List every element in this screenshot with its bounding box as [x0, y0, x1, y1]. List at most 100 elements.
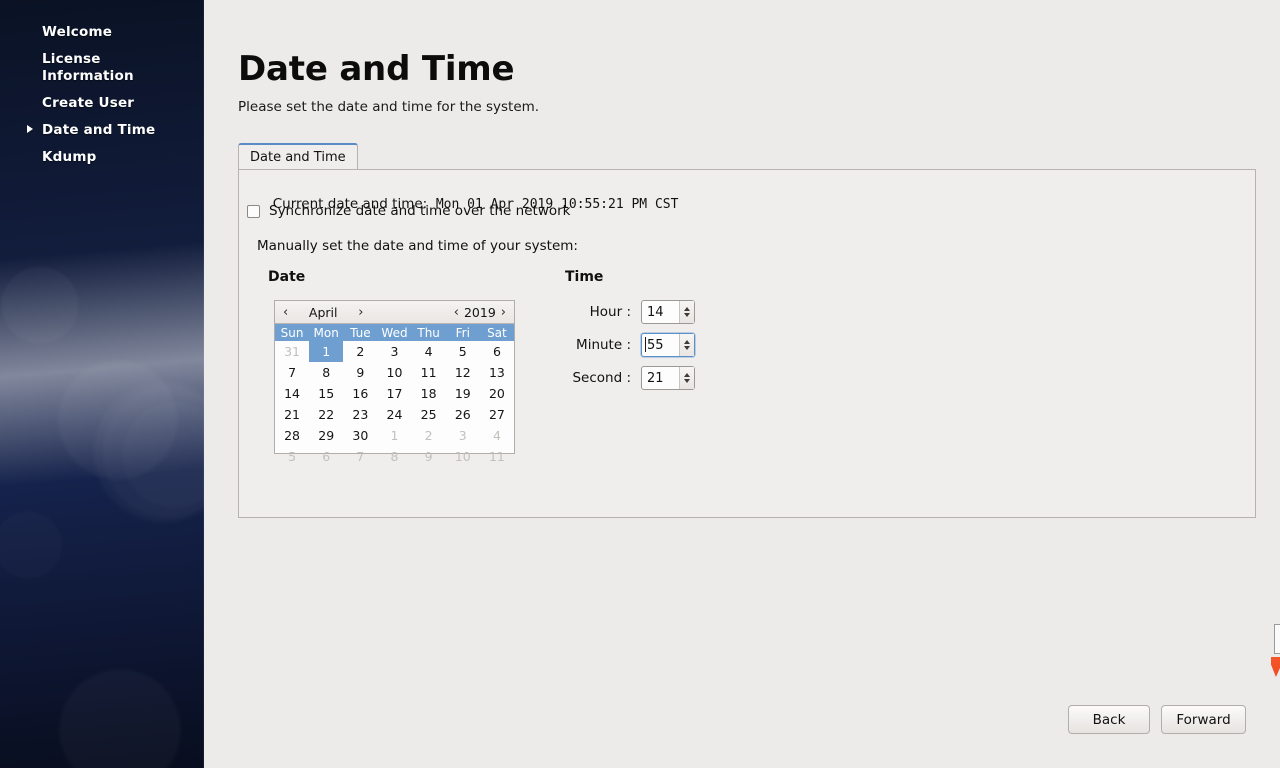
sync-network-checkbox[interactable] — [247, 204, 260, 218]
calendar-day-cell[interactable]: 9 — [412, 446, 446, 467]
next-month-icon[interactable]: › — [356, 306, 365, 319]
calendar-day-cell[interactable]: 6 — [480, 341, 514, 362]
sync-network-row[interactable]: Synchronize date and time over the netwo… — [247, 203, 570, 219]
prev-year-icon[interactable]: ‹ — [452, 306, 461, 319]
calendar-day-cell[interactable]: 23 — [343, 404, 377, 425]
manual-set-label: Manually set the date and time of your s… — [257, 238, 578, 254]
sidebar-item-license-information[interactable]: License Information — [0, 49, 204, 87]
second-stepper[interactable] — [679, 367, 694, 389]
calendar-day-cell[interactable]: 30 — [343, 425, 377, 446]
next-year-icon[interactable]: › — [499, 306, 508, 319]
calendar-day-header: Thu — [417, 325, 440, 340]
calendar-day-cell[interactable]: 12 — [446, 362, 480, 383]
calendar-day-cell[interactable]: 3 — [446, 425, 480, 446]
calendar-year-navigator: ‹ 2019 › — [452, 301, 508, 323]
calendar-day-cell[interactable]: 10 — [377, 362, 411, 383]
calendar-day-cell[interactable]: 13 — [480, 362, 514, 383]
calendar-day-cell[interactable]: 1 — [309, 341, 344, 362]
calendar-month-navigator: ‹ April › — [281, 301, 365, 323]
sidebar-nav-list: Welcome License Information Create User … — [0, 22, 204, 168]
calendar-day-cell[interactable]: 19 — [446, 383, 480, 404]
sidebar-item-label: Welcome — [42, 24, 113, 40]
calendar-day-cell[interactable]: 27 — [480, 404, 514, 425]
chevron-up-icon[interactable] — [684, 340, 690, 344]
calendar-day-cell[interactable]: 7 — [275, 362, 309, 383]
date-calendar[interactable]: ‹ April › ‹ 2019 › Sun Mon Tue Wed Thu Fri Sat… — [274, 300, 515, 464]
calendar-day-cell[interactable]: 8 — [309, 362, 343, 383]
calendar-day-header: Sun — [280, 325, 304, 340]
minute-stepper[interactable] — [679, 334, 694, 356]
calendar-day-cell[interactable]: 17 — [377, 383, 411, 404]
calendar-day-cell[interactable]: 9 — [343, 362, 377, 383]
calendar-header: ‹ April › ‹ 2019 › — [275, 301, 514, 324]
calendar-day-cell[interactable]: 2 — [412, 425, 446, 446]
calendar-day-cell[interactable]: 11 — [412, 362, 446, 383]
hour-input[interactable]: 14 — [642, 301, 679, 323]
calendar-day-cell[interactable]: 1 — [377, 425, 411, 446]
calendar-day-cell[interactable]: 6 — [309, 446, 343, 467]
calendar-day-cell[interactable]: 24 — [377, 404, 411, 425]
sync-network-label: Synchronize date and time over the netwo… — [269, 203, 571, 219]
chevron-down-icon[interactable] — [684, 313, 690, 317]
calendar-day-cell[interactable]: 21 — [275, 404, 309, 425]
calendar-day-grid[interactable]: 31 1 2 3 4 5 6 7 8 9 10 11 12 13 14 15 16 17 18 19 20 21 22 23 2… — [275, 341, 514, 467]
time-section-title: Time — [565, 269, 604, 285]
calendar-day-cell[interactable]: 4 — [412, 341, 446, 362]
calendar-day-cell[interactable]: 18 — [412, 383, 446, 404]
sidebar-item-label: Kdump — [42, 149, 97, 165]
calendar-day-cell[interactable]: 28 — [275, 425, 309, 446]
chevron-up-icon[interactable] — [684, 307, 690, 311]
calendar-year-label: 2019 — [463, 304, 496, 320]
sidebar-item-label: Create User — [42, 95, 135, 111]
second-label: Second : — [572, 370, 631, 386]
calendar-day-cell[interactable]: 26 — [446, 404, 480, 425]
calendar-day-cell[interactable]: 7 — [343, 446, 377, 467]
calendar-day-cell[interactable]: 22 — [309, 404, 343, 425]
sidebar-item-welcome[interactable]: Welcome — [0, 22, 204, 43]
calendar-day-cell[interactable]: 5 — [446, 341, 480, 362]
calendar-day-cell[interactable]: 14 — [275, 383, 309, 404]
date-time-panel: Current date and time: Mon 01 Apr 2019 1… — [238, 169, 1256, 518]
hour-label: Hour : — [589, 304, 631, 320]
calendar-day-cell[interactable]: 3 — [377, 341, 411, 362]
chevron-down-icon[interactable] — [684, 379, 690, 383]
chevron-down-icon[interactable] — [684, 346, 690, 350]
calendar-day-cell[interactable]: 15 — [309, 383, 343, 404]
calendar-day-cell[interactable]: 11 — [480, 446, 514, 467]
chevron-up-icon[interactable] — [684, 373, 690, 377]
minute-input[interactable]: 55 — [642, 334, 679, 356]
calendar-day-cell[interactable]: 16 — [343, 383, 377, 404]
sidebar-item-create-user[interactable]: Create User — [0, 93, 204, 114]
calendar-day-cell[interactable]: 31 — [275, 341, 309, 362]
tab-date-and-time[interactable]: Date and Time — [238, 143, 358, 169]
calendar-day-cell[interactable]: 25 — [412, 404, 446, 425]
tab-label: Date and Time — [250, 149, 346, 165]
hour-spinner[interactable]: 14 — [641, 300, 695, 324]
forward-button[interactable]: Forward — [1161, 705, 1246, 734]
sidebar-item-date-and-time[interactable]: Date and Time — [0, 120, 204, 141]
prev-month-icon[interactable]: ‹ — [281, 306, 290, 319]
second-spinner[interactable]: 21 — [641, 366, 695, 390]
calendar-day-cell[interactable]: 10 — [446, 446, 480, 467]
calendar-day-cell[interactable]: 8 — [377, 446, 411, 467]
tab-strip: Date and Time — [238, 143, 1256, 170]
calendar-month-label: April — [308, 304, 338, 320]
calendar-day-cell[interactable]: 20 — [480, 383, 514, 404]
minute-spinner[interactable]: 55 — [641, 333, 695, 357]
calendar-day-cell[interactable]: 4 — [480, 425, 514, 446]
sidebar-item-label: Date and Time — [42, 122, 156, 138]
sidebar-item-kdump[interactable]: Kdump — [0, 147, 204, 168]
calendar-day-cell[interactable]: 2 — [343, 341, 377, 362]
calendar-day-cell[interactable]: 29 — [309, 425, 343, 446]
calendar-day-header: Sat — [487, 325, 507, 340]
hour-stepper[interactable] — [679, 301, 694, 323]
back-button[interactable]: Back — [1068, 705, 1150, 734]
minute-label: Minute : — [576, 337, 631, 353]
installer-window: Welcome License Information Create User … — [0, 0, 1280, 768]
second-input[interactable]: 21 — [642, 367, 679, 389]
calendar-day-cell[interactable]: 5 — [275, 446, 309, 467]
date-section-title: Date — [268, 269, 306, 285]
second-row: Second : 21 — [565, 366, 695, 390]
offscreen-popup-fragment[interactable] — [1274, 624, 1280, 654]
calendar-day-header: Wed — [381, 325, 408, 340]
